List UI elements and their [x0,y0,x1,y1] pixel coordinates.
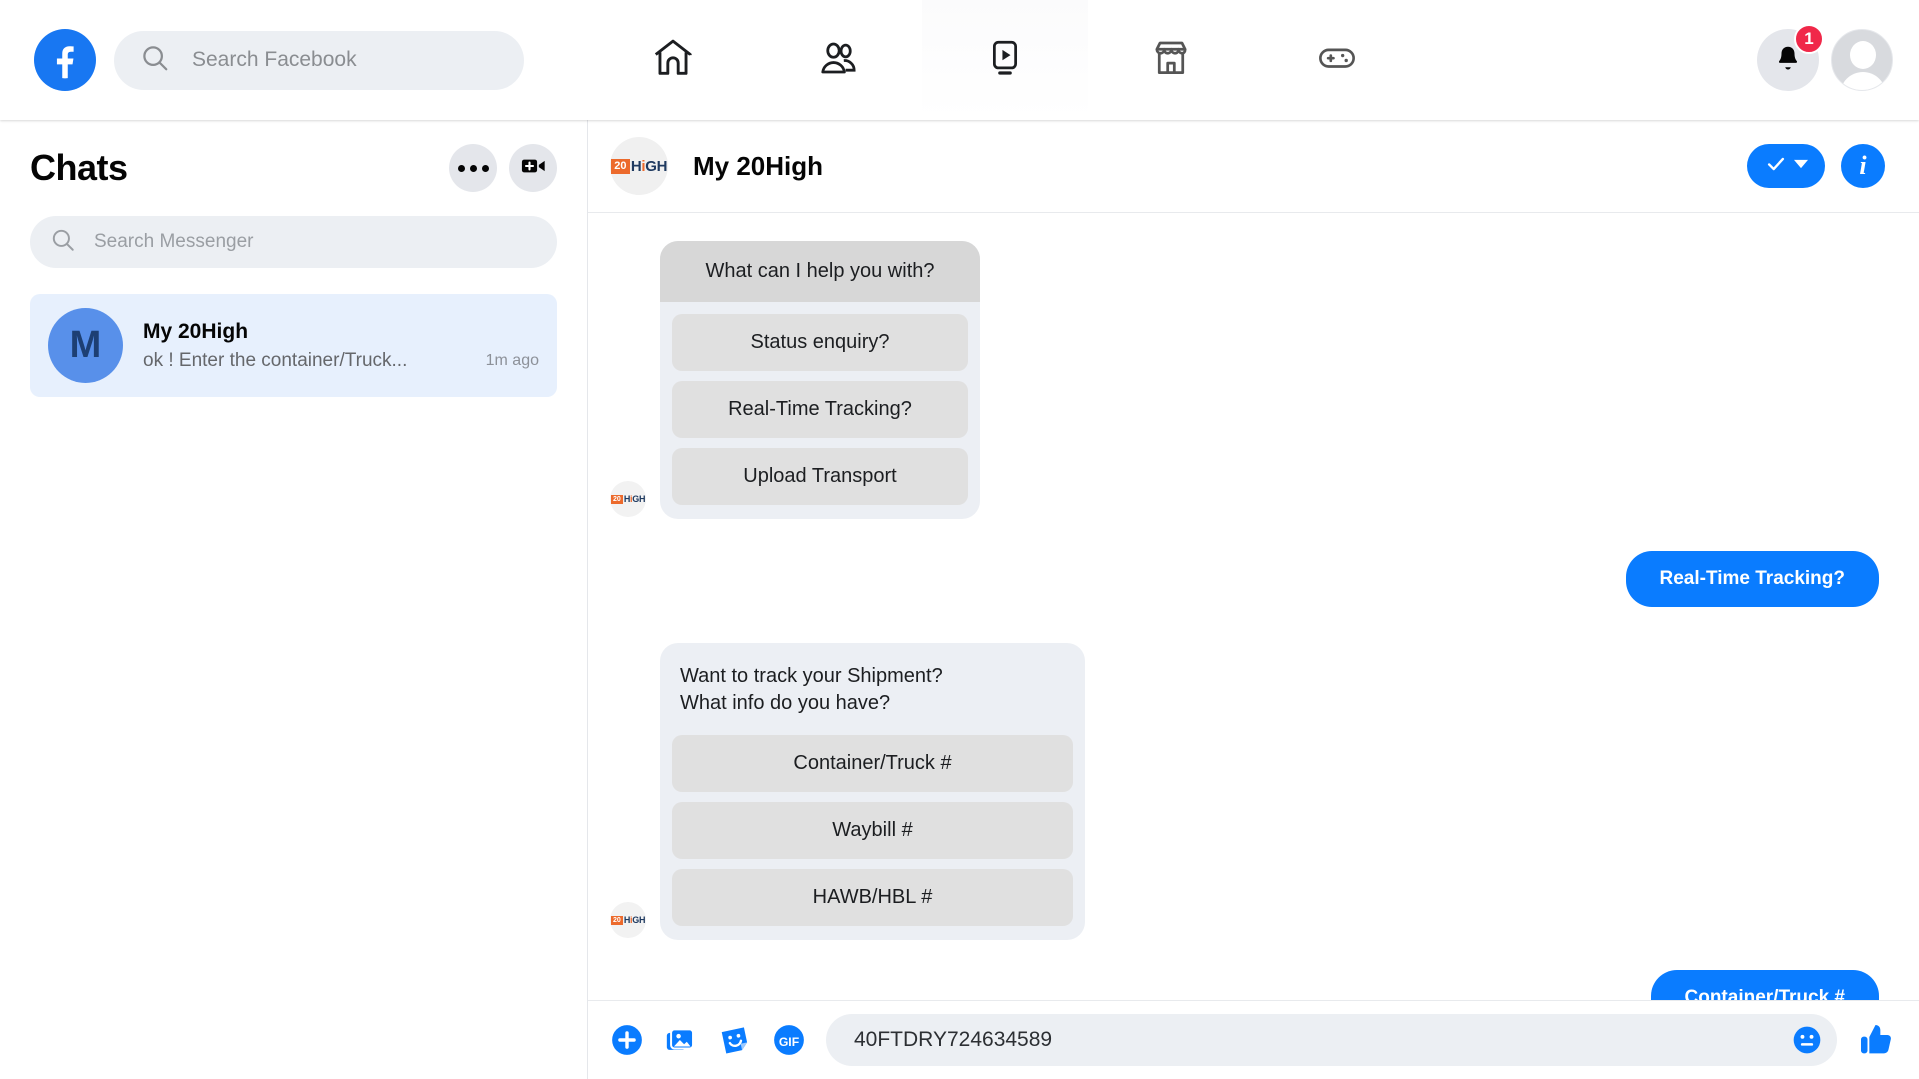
profile-avatar[interactable] [1831,29,1893,91]
emoji-icon[interactable] [1791,1024,1823,1056]
new-video-room-button[interactable] [509,144,557,192]
outgoing-message-bubble: Container/Truck # [1650,970,1879,1000]
topbar-left-group: Search Facebook [0,29,524,91]
conversation-avatar[interactable]: 20 HiGH [610,137,668,195]
gif-icon[interactable]: GIF [772,1023,806,1057]
chat-item-timestamp: 1m ago [485,351,539,369]
outgoing-message-bubble: Real-Time Tracking? [1625,551,1879,607]
search-icon [50,227,76,258]
card-option-waybill[interactable]: Waybill # [672,802,1073,859]
svg-text:GIF: GIF [779,1035,799,1049]
card-option-status-enquiry[interactable]: Status enquiry? [672,314,968,371]
chat-item-subrow: ok ! Enter the container/Truck... 1m ago [143,350,539,372]
card-button-group: Status enquiry? Real-Time Tracking? Uplo… [660,302,980,519]
send-like-button[interactable] [1857,1020,1897,1060]
chat-item-name: My 20High [143,319,249,343]
message-row-user-reply-2: Container/Truck # [610,970,1879,1000]
avatar-body-shape [1840,72,1886,90]
twentyhigh-logo-icon: 20 HiGH [610,493,646,504]
video-plus-icon [519,152,547,185]
friends-icon [815,34,863,87]
messenger-search-placeholder: Search Messenger [94,231,254,252]
home-icon [650,35,696,86]
message-composer: GIF 40FTDRY724634589 [588,1000,1919,1079]
photo-icon[interactable] [664,1023,698,1057]
chat-avatar: M [48,308,123,383]
nav-tab-home[interactable] [590,0,756,120]
sidebar-header: Chats [0,120,587,202]
messenger-search-input[interactable]: Search Messenger [30,216,557,268]
twentyhigh-logo-icon: 20 HiGH [610,914,646,925]
chat-item-preview: ok ! Enter the container/Truck... [143,349,408,371]
logo-word: HiGH [623,493,646,504]
logo-box-text: 20 [610,158,630,174]
sticker-icon[interactable] [718,1023,752,1057]
topbar-nav-tabs [590,0,1420,120]
message-list: 20 HiGH What can I help you with? Status… [588,213,1919,1000]
message-row-bot-tracking-options: 20 HiGH Want to track your Shipment? Wha… [610,643,1879,940]
facebook-logo-icon[interactable] [34,29,96,91]
message-sender-avatar: 20 HiGH [610,481,646,517]
card-option-hawb-hbl[interactable]: HAWB/HBL # [672,869,1073,926]
conversation-info-button[interactable]: i [1841,144,1885,188]
avatar-head-shape [1850,41,1876,69]
card-option-real-time-tracking[interactable]: Real-Time Tracking? [672,381,968,438]
conversation-header: 20 HiGH My 20High i [588,120,1919,213]
nav-tab-watch[interactable] [922,0,1088,120]
chevron-down-icon [1793,157,1808,176]
chat-list-item[interactable]: M My 20High ok ! Enter the container/Tru… [30,294,557,397]
gaming-icon [1314,35,1360,86]
more-options-button[interactable] [449,144,497,192]
conversation-title: My 20High [693,150,824,181]
card-option-container-truck[interactable]: Container/Truck # [672,735,1073,792]
card-option-upload-transport[interactable]: Upload Transport [672,448,968,505]
sidebar-action-buttons [449,144,557,192]
mark-done-dropdown-button[interactable] [1747,144,1825,188]
notification-badge: 1 [1794,24,1824,54]
message-row-user-reply-1: Real-Time Tracking? [610,551,1879,607]
nav-tab-gaming[interactable] [1254,0,1420,120]
message-row-bot-menu: 20 HiGH What can I help you with? Status… [610,241,1879,519]
marketplace-icon [1149,36,1193,85]
watch-icon [983,36,1027,85]
nav-tab-marketplace[interactable] [1088,0,1254,120]
logo-box-text: 20 [610,915,623,925]
logo-word: HiGH [630,157,668,175]
facebook-top-navbar: Search Facebook 1 [0,0,1919,120]
message-sender-avatar: 20 HiGH [610,902,646,938]
plus-icon[interactable] [610,1023,644,1057]
facebook-search-placeholder: Search Facebook [192,48,357,71]
logo-box-text: 20 [610,494,623,504]
message-input-value[interactable]: 40FTDRY724634589 [854,1028,1779,1052]
logo-word: HiGH [623,914,646,925]
ellipsis-icon [457,164,489,172]
tracking-options-card: Want to track your Shipment? What info d… [660,643,1085,940]
card-prompt-text: Want to track your Shipment? What info d… [680,665,943,714]
conversation-action-buttons: i [1747,144,1885,188]
nav-tab-friends[interactable] [756,0,922,120]
message-input[interactable]: 40FTDRY724634589 [826,1014,1837,1066]
notifications-button[interactable]: 1 [1757,24,1824,91]
facebook-search-input[interactable]: Search Facebook [114,30,524,90]
conversation-pane: 20 HiGH My 20High i 20 HiGH What can I h… [588,120,1919,1079]
card-header-text: What can I help you with? [660,241,980,302]
search-icon [140,43,170,78]
page-title: Chats [30,147,128,188]
twentyhigh-logo-icon: 20 HiGH [610,157,668,175]
chats-sidebar: Chats Search Messenger M My 20High ok ! … [0,120,588,1079]
topbar-right-group: 1 [1757,0,1893,120]
card-button-group: Container/Truck # Waybill # HAWB/HBL # [660,723,1085,940]
quick-reply-card: What can I help you with? Status enquiry… [660,241,980,519]
chat-item-meta: My 20High ok ! Enter the container/Truck… [143,320,539,372]
check-icon [1765,153,1787,180]
